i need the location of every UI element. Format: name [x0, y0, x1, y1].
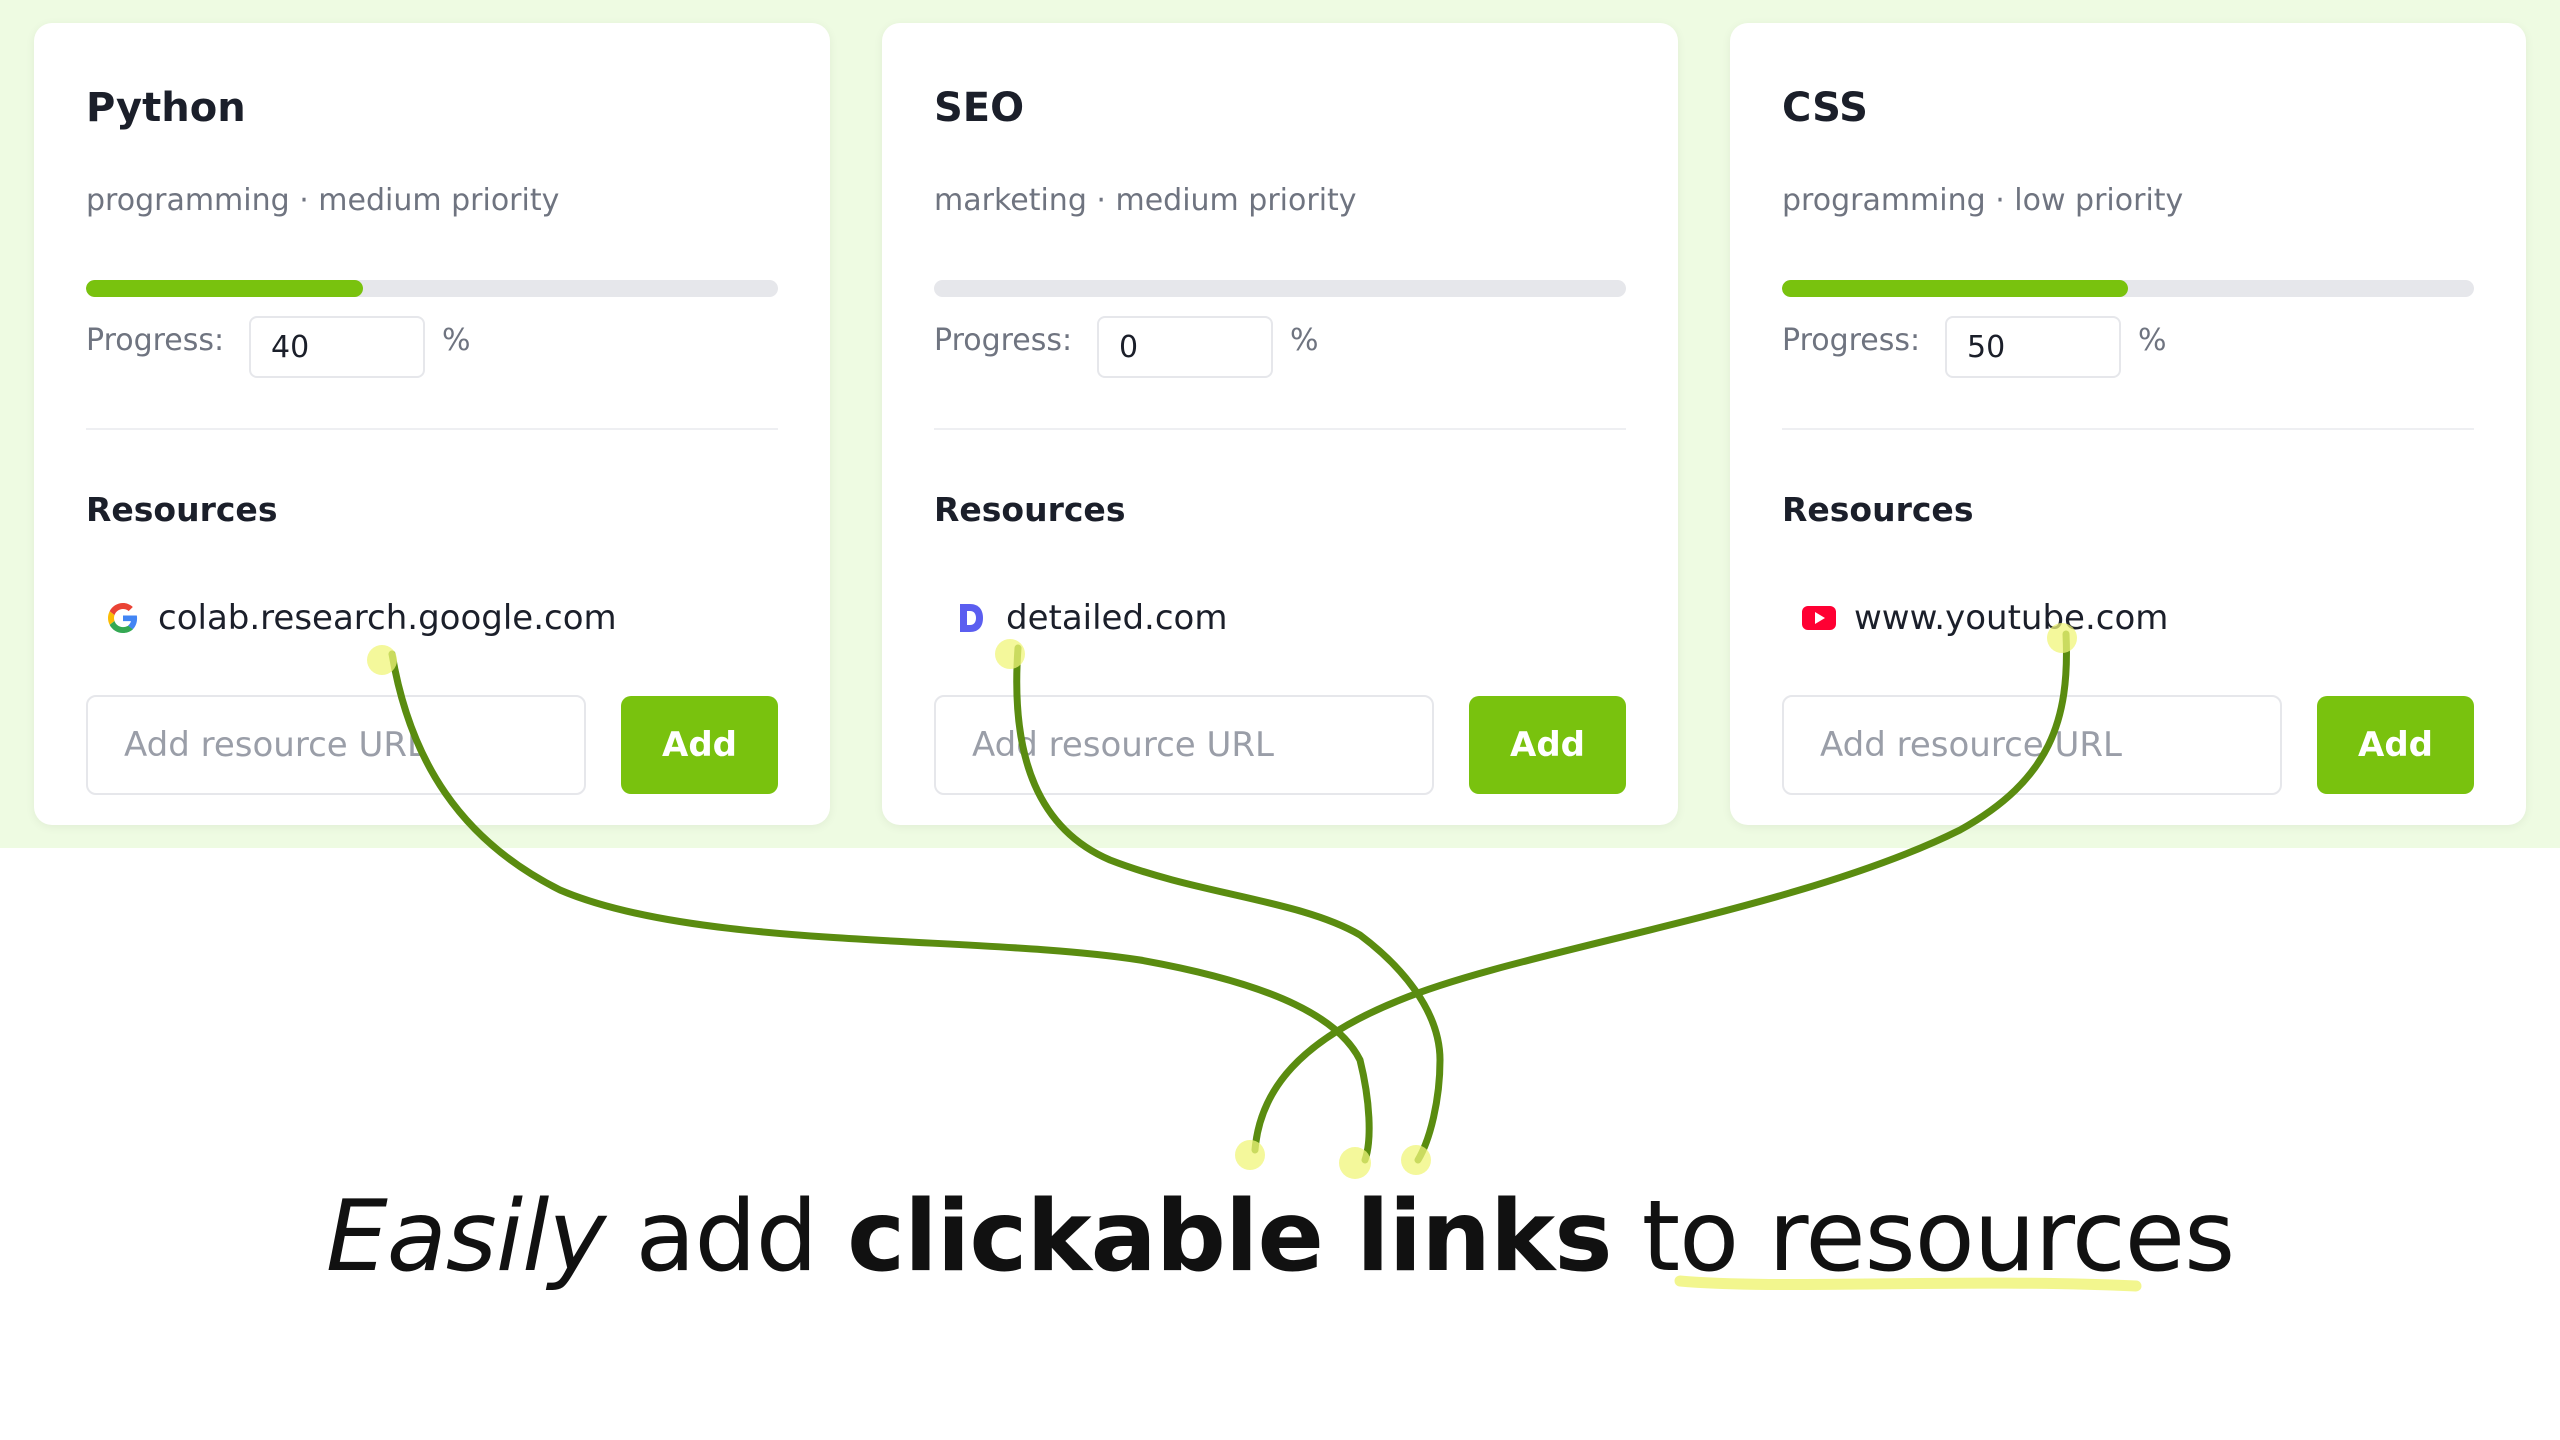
- tagline-clickable-links: clickable links: [847, 1180, 1612, 1294]
- highlight-dot: [2047, 623, 2077, 653]
- highlight-dot: [995, 639, 1025, 669]
- highlight-dot: [367, 645, 397, 675]
- tagline-to: to: [1611, 1180, 1769, 1294]
- highlight-dot: [1401, 1145, 1431, 1175]
- highlight-dot: [1235, 1140, 1265, 1170]
- highlight-dot: [1339, 1147, 1371, 1179]
- arrow-css: [1251, 630, 2070, 1154]
- tagline: Easily add clickable links to resources: [0, 1180, 2560, 1294]
- arrow-python: [388, 650, 1373, 1164]
- tagline-easily: Easily: [325, 1180, 606, 1294]
- tagline-add: add: [605, 1180, 848, 1294]
- arrow-seo: [1013, 644, 1444, 1164]
- tagline-resources: resources: [1768, 1180, 2235, 1294]
